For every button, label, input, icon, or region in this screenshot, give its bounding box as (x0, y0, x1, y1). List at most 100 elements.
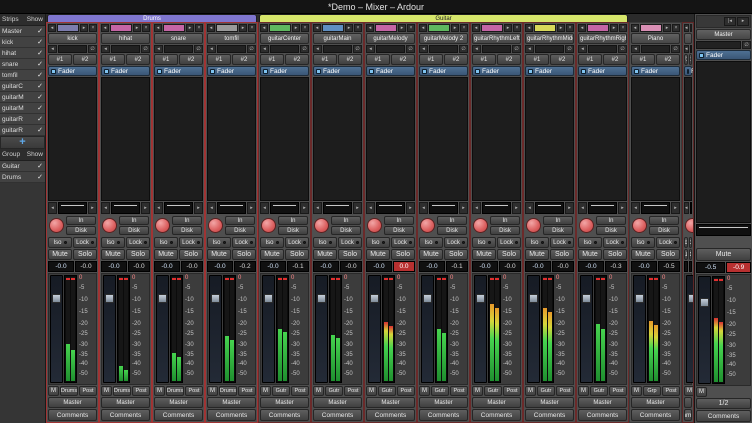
mute-button[interactable]: Mute (578, 249, 602, 260)
mute-button[interactable]: Mute (366, 249, 390, 260)
fader-slider[interactable] (315, 275, 328, 383)
pan-left-button[interactable]: ◂ (419, 202, 428, 214)
record-arm-button[interactable] (261, 218, 276, 233)
meter-point-button[interactable]: Post (662, 386, 680, 396)
processor-box[interactable] (684, 77, 692, 201)
solo-isolate-button[interactable]: Iso (101, 237, 125, 248)
processor-active-led[interactable] (475, 69, 480, 74)
level-meter[interactable] (488, 275, 501, 383)
record-arm-button[interactable] (420, 218, 435, 233)
metering-button[interactable]: M (578, 386, 589, 396)
strip-name-button[interactable]: guitarMelody 2 (419, 33, 468, 44)
pan-left-button[interactable]: ◂ (366, 202, 375, 214)
input-2-button[interactable]: #2 (126, 54, 150, 65)
meter-point-button[interactable]: Post (450, 386, 468, 396)
fader-slider[interactable] (686, 275, 694, 383)
gain-display[interactable]: -0.0 (207, 261, 233, 272)
strip-name-button[interactable] (684, 33, 692, 44)
trim-knob[interactable]: ◂ (419, 45, 428, 53)
strip-visible-check[interactable]: ✓ (37, 115, 43, 123)
record-arm-button[interactable] (102, 218, 117, 233)
fader-slider[interactable] (368, 275, 381, 383)
mute-button[interactable]: Mute (101, 249, 125, 260)
pan-right-button[interactable]: ▸ (247, 202, 256, 214)
gain-display[interactable]: -0.0 (366, 261, 392, 272)
monitor-input-button[interactable]: In (172, 216, 202, 225)
metering-button[interactable]: M (48, 386, 59, 396)
monitor-disk-button[interactable]: Disk (649, 226, 679, 235)
comments-button[interactable]: Comments (578, 409, 627, 421)
pan-right-button[interactable]: ▸ (194, 202, 203, 214)
input-2-button[interactable]: #2 (338, 54, 362, 65)
level-meter[interactable] (170, 275, 183, 383)
comments-button[interactable]: Comments (366, 409, 415, 421)
processor-fader[interactable]: Fader (684, 66, 692, 76)
mute-button[interactable]: Mute (631, 249, 655, 260)
gain-display[interactable]: -0.0 (419, 261, 445, 272)
fader-slider[interactable] (421, 275, 434, 383)
level-meter[interactable] (647, 275, 660, 383)
group-list-item[interactable]: Drums✓ (0, 172, 45, 183)
peak-display[interactable]: -0.1 (446, 261, 468, 272)
monitor-disk-button[interactable]: Disk (384, 226, 414, 235)
solo-lock-button[interactable]: Lock (603, 237, 627, 248)
solo-button[interactable]: Solo (285, 249, 309, 260)
input-2-button[interactable]: #2 (179, 54, 203, 65)
fader-slider[interactable] (209, 275, 222, 383)
phase-invert-button[interactable]: ∅ (300, 45, 309, 53)
solo-lock-button[interactable]: Lock (656, 237, 680, 248)
fader-handle[interactable] (158, 294, 167, 303)
monitor-input-button[interactable]: In (384, 216, 414, 225)
fader-slider[interactable] (580, 275, 593, 383)
processor-active-led[interactable] (422, 69, 427, 74)
metering-button[interactable]: M (260, 386, 271, 396)
monitor-icon[interactable]: ◂ (472, 24, 480, 32)
solo-lock-button[interactable]: Lock (550, 237, 574, 248)
trim-knob[interactable]: ◂ (366, 45, 375, 53)
trim-knob[interactable]: ◂ (631, 45, 640, 53)
monitor-icon[interactable]: ◂ (525, 24, 533, 32)
comments-button[interactable]: Comments (154, 409, 203, 421)
metering-button[interactable]: M (313, 386, 324, 396)
input-1-button[interactable]: #1 (472, 54, 496, 65)
solo-button[interactable]: Solo (126, 249, 150, 260)
processor-box[interactable] (631, 77, 680, 201)
monitor-input-button[interactable]: In (119, 216, 149, 225)
comments-button[interactable]: Comments (101, 409, 150, 421)
solo-button[interactable]: Solo (444, 249, 468, 260)
monitor-icon[interactable]: ◂ (631, 24, 639, 32)
strip-name-button[interactable]: guitarMelody (366, 33, 415, 44)
metering-button[interactable]: M (684, 386, 694, 396)
panner[interactable] (217, 202, 246, 214)
peak-display[interactable]: -0.0 (75, 261, 97, 272)
master-panner[interactable] (696, 224, 751, 236)
level-meter[interactable] (435, 275, 448, 383)
close-icon[interactable]: × (619, 24, 627, 32)
solo-isolate-button[interactable]: Iso (578, 237, 602, 248)
master-gain-display[interactable]: -0.5 (696, 262, 725, 273)
output-button[interactable]: Master (101, 397, 150, 408)
peak-display[interactable]: -0.1 (287, 261, 309, 272)
add-strip-button[interactable]: + (0, 136, 45, 149)
monitor-input-button[interactable]: In (225, 216, 255, 225)
fader-slider[interactable] (50, 275, 63, 383)
monitor-icon[interactable]: ◂ (578, 24, 586, 32)
panner[interactable] (641, 202, 670, 214)
monitor-input-button[interactable]: In (543, 216, 573, 225)
pan-left-button[interactable]: ◂ (207, 202, 216, 214)
record-arm-button[interactable] (155, 218, 170, 233)
solo-isolate-button[interactable]: Iso (472, 237, 496, 248)
group-button[interactable]: Drums (60, 386, 78, 396)
group-button[interactable]: Gutr (431, 386, 449, 396)
comments-button[interactable]: Comments (472, 409, 521, 421)
processor-fader[interactable]: Fader (260, 66, 309, 76)
peak-display[interactable]: -0.5 (658, 261, 680, 272)
fader-slider[interactable] (156, 275, 169, 383)
processor-box[interactable] (101, 77, 150, 201)
output-button[interactable]: Master (48, 397, 97, 408)
phase-invert-button[interactable]: ∅ (671, 45, 680, 53)
fader-handle[interactable] (476, 294, 485, 303)
monitor-disk-button[interactable]: Disk (543, 226, 573, 235)
processor-box[interactable] (525, 77, 574, 201)
fader-slider[interactable] (633, 275, 646, 383)
